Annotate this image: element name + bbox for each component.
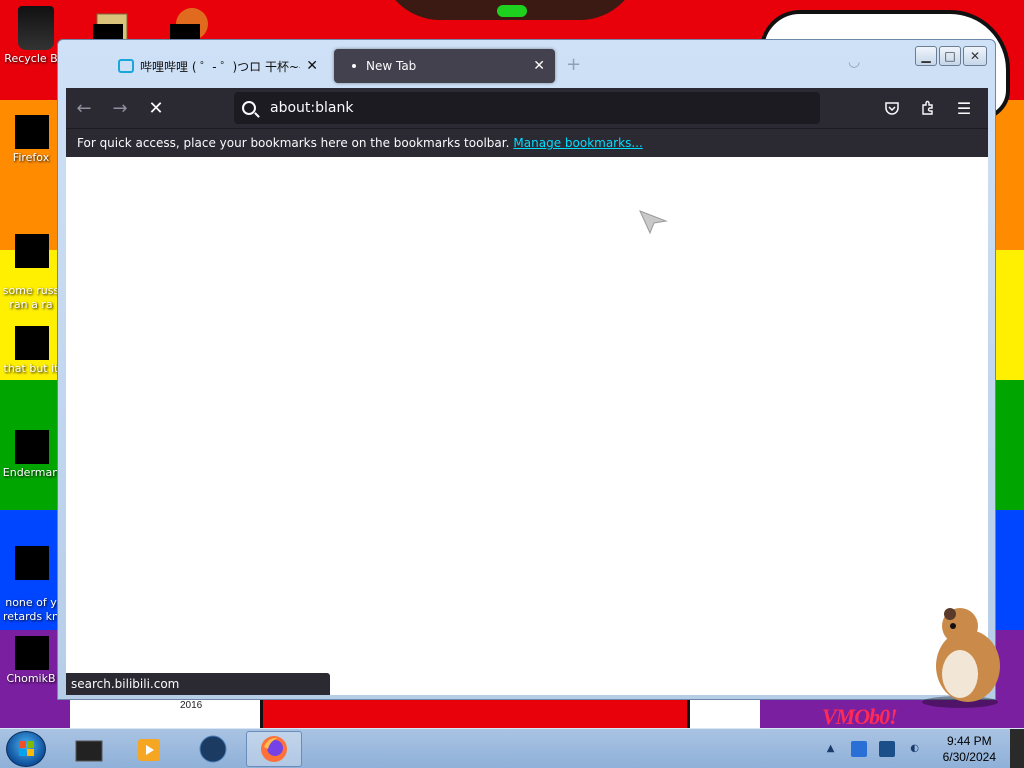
- tab-bilibili[interactable]: 哔哩哔哩 ( ゜- ゜)つロ 干杯~-bili ✕: [108, 49, 328, 83]
- file-icon: [15, 430, 49, 464]
- windows-logo-icon: [19, 741, 34, 756]
- clock-date: 6/30/2024: [942, 750, 996, 764]
- close-window-button[interactable]: ✕: [963, 46, 987, 66]
- hamster-image: [922, 608, 1000, 708]
- globe-icon: [199, 735, 227, 763]
- maximize-button[interactable]: □: [939, 46, 961, 66]
- desktop-icon-file-2[interactable]: that but it: [0, 326, 62, 376]
- toolbar-right-tools: ☰: [876, 92, 980, 124]
- extensions-icon[interactable]: [912, 92, 944, 124]
- desktop-icon-label: ChomikB: [6, 672, 56, 685]
- desktop-icon-label: none of y retards kn: [3, 596, 59, 623]
- status-bar: search.bilibili.com: [66, 673, 330, 695]
- bilibili-icon: [118, 59, 134, 73]
- file-icon: [15, 234, 49, 268]
- url-bar[interactable]: [234, 92, 820, 124]
- network-icon[interactable]: [878, 741, 895, 757]
- recycle-bin-icon: [18, 6, 54, 50]
- app-icon: [75, 740, 103, 762]
- firefox-icon: [261, 736, 287, 762]
- close-tab-icon[interactable]: ✕: [533, 58, 545, 74]
- show-hidden-icons-icon[interactable]: ▲: [823, 741, 839, 757]
- watermark-text: VMOb0!: [822, 704, 898, 729]
- desktop-icon-label: some russ ran a ra: [2, 284, 60, 311]
- wallpaper-bottom-art: [70, 698, 760, 730]
- search-icon: [242, 101, 256, 115]
- taskbar-firefox[interactable]: [246, 731, 302, 767]
- window-controls: ▁ □ ✕: [915, 46, 987, 66]
- taskbar: ▲ ◐ 9:44 PM 6/30/2024: [0, 728, 1024, 768]
- volume-icon[interactable]: ◐: [907, 741, 923, 757]
- taskbar-app-1[interactable]: [62, 731, 118, 767]
- desktop-icon-recycle-bin[interactable]: Recycle B: [0, 6, 62, 66]
- wallpaper-dots: [497, 5, 527, 17]
- system-tray: ▲ ◐ 9:44 PM 6/30/2024: [817, 729, 1024, 768]
- desktop-icon-enderman[interactable]: Enderman: [0, 430, 62, 480]
- desktop-icon-file-1[interactable]: some russ ran a ra: [0, 220, 62, 312]
- new-tab-button[interactable]: +: [566, 54, 581, 75]
- desktop-icon-label: that but it: [3, 362, 59, 375]
- file-icon: [15, 326, 49, 360]
- pocket-icon[interactable]: [876, 92, 908, 124]
- tray-app-icon[interactable]: [850, 741, 867, 757]
- tab-new-tab[interactable]: New Tab ✕: [334, 49, 555, 83]
- start-button[interactable]: [6, 731, 46, 767]
- show-desktop-button[interactable]: [1010, 729, 1024, 768]
- url-input[interactable]: [270, 100, 770, 116]
- back-button[interactable]: ←: [66, 90, 102, 126]
- bookmarks-message: For quick access, place your bookmarks h…: [77, 136, 510, 150]
- list-all-tabs-icon[interactable]: ◡: [848, 54, 860, 70]
- clock[interactable]: 9:44 PM 6/30/2024: [943, 733, 996, 765]
- tab-label: New Tab: [366, 59, 417, 73]
- clock-time: 9:44 PM: [946, 734, 992, 748]
- close-tab-icon[interactable]: ✕: [306, 58, 318, 74]
- cursor-arrow-icon: [639, 210, 668, 235]
- forward-button[interactable]: →: [102, 90, 138, 126]
- tab-label: 哔哩哔哩 ( ゜- ゜)つロ 干杯~-bili: [140, 59, 301, 74]
- desktop-icon-firefox[interactable]: Firefox: [0, 115, 62, 165]
- page-content[interactable]: search.bilibili.com: [66, 157, 988, 695]
- media-player-icon: [138, 739, 160, 761]
- manage-bookmarks-link[interactable]: Manage bookmarks...: [513, 136, 642, 150]
- nav-toolbar: ← → ✕ ☰: [66, 88, 988, 128]
- tab-loading-dot-icon: [352, 64, 356, 68]
- wallpaper-year-label: 2016: [180, 700, 203, 711]
- taskbar-globe[interactable]: [185, 731, 241, 767]
- desktop-icon-file-3[interactable]: none of y retards kn: [0, 532, 62, 624]
- file-icon: [15, 546, 49, 580]
- file-icon: [15, 636, 49, 670]
- minimize-button[interactable]: ▁: [915, 46, 937, 66]
- desktop-icon-label: Firefox: [12, 151, 50, 164]
- taskbar-media-player[interactable]: [122, 731, 178, 767]
- desktop-icon-chomik[interactable]: ChomikB: [0, 636, 62, 686]
- menu-icon[interactable]: ☰: [948, 92, 980, 124]
- bookmarks-toolbar: For quick access, place your bookmarks h…: [66, 128, 988, 157]
- stop-loading-button[interactable]: ✕: [138, 90, 174, 126]
- firefox-icon: [15, 115, 49, 149]
- browser-window: ▁ □ ✕ 哔哩哔哩 ( ゜- ゜)つロ 干杯~-bili ✕ New Tab …: [57, 39, 996, 700]
- desktop-icon-label: Recycle B: [4, 52, 58, 65]
- desktop-icon-label: Enderman: [2, 466, 60, 479]
